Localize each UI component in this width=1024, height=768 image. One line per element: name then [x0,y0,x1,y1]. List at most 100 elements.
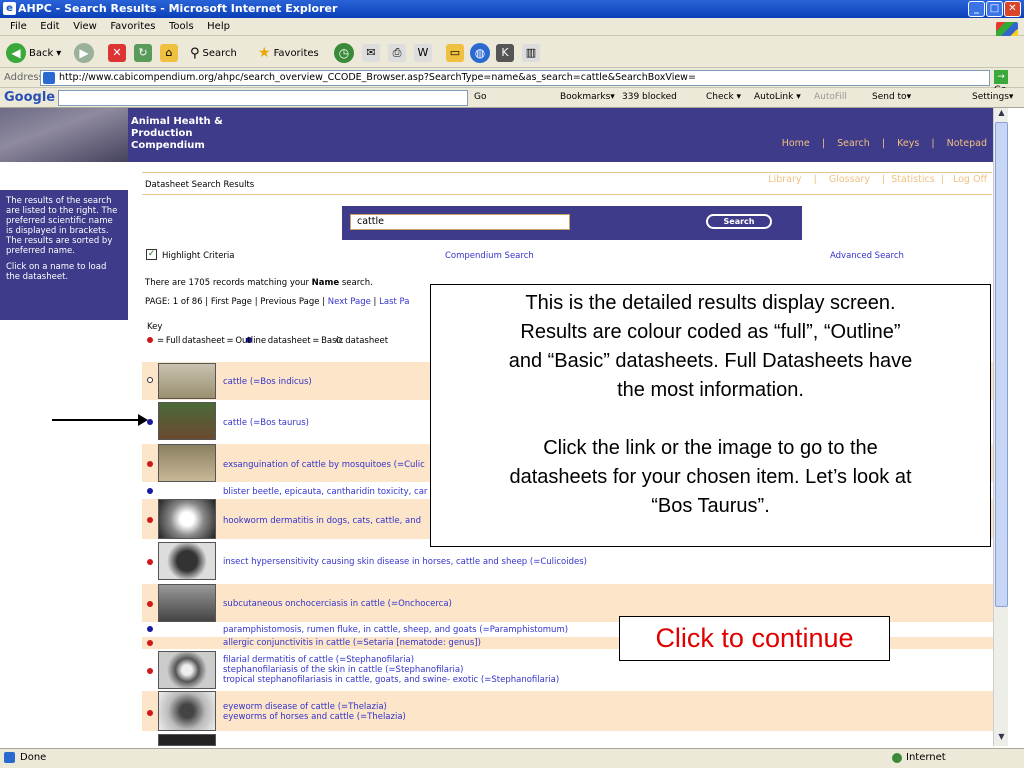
internet-zone-icon [892,753,902,763]
settings-button[interactable]: Settings▾ [972,92,1013,102]
result-thumbnail[interactable] [158,444,216,482]
autolink-button[interactable]: AutoLink ▾ [754,92,801,102]
result-link[interactable]: blister beetle, epicauta, cantharidin to… [223,487,427,497]
history-button[interactable]: ◷ [334,42,354,64]
address-input[interactable]: http://www.cabicompendium.org/ahpc/searc… [40,70,990,86]
site-banner: Animal Health & Production Compendium Ho… [0,108,993,185]
full-datasheet-dot [147,668,153,674]
key-full-dot [147,337,153,343]
result-thumbnail[interactable] [158,734,216,746]
window-titlebar: e AHPC - Search Results - Microsoft Inte… [0,0,1024,18]
result-link[interactable]: tropical stephanofilariasis in cattle, g… [223,675,559,685]
folder-button[interactable]: ▭ [446,42,464,64]
close-button[interactable]: ✕ [1004,1,1021,17]
menu-edit[interactable]: Edit [40,21,59,32]
next-page-link[interactable]: Next Page [328,297,371,307]
result-link[interactable]: exsanguination of cattle by mosquitoes (… [223,460,425,470]
research-button[interactable]: K [496,42,514,64]
result-thumbnail[interactable] [158,363,216,399]
highlight-label: Highlight Criteria [162,251,235,261]
status-bar: Done Internet [0,748,1024,768]
result-link[interactable]: paramphistomosis, rumen fluke, in cattle… [223,625,568,635]
forward-arrow-icon: ▶ [74,43,94,63]
datasheet-search-input[interactable]: cattle [350,214,570,230]
edit-button[interactable]: W [414,42,432,64]
pointer-arrow-icon [52,414,148,426]
site-nav[interactable]: Home | Search | Keys | Notepad Library |… [768,114,987,210]
refresh-button[interactable]: ↻ [134,42,152,64]
result-link[interactable]: eyeworm disease of cattle (=Thelazia) [223,702,387,712]
spellcheck-button[interactable]: Check ▾ [706,92,741,102]
result-thumbnail[interactable] [158,402,216,440]
google-logo: Google [4,90,56,105]
chart-button[interactable]: ▥ [522,42,540,64]
result-link[interactable]: insect hypersensitivity causing skin dis… [223,557,587,567]
result-link[interactable]: allergic conjunctivitis in cattle (=Seta… [223,638,481,648]
result-thumbnail[interactable] [158,651,216,689]
google-search-input[interactable] [58,90,468,106]
back-button[interactable]: ◀ Back ▾ [6,42,61,64]
search-submit-button[interactable]: Search [706,214,772,229]
refresh-icon: ↻ [134,44,152,62]
menu-tools[interactable]: Tools [169,21,194,32]
home-button[interactable]: ⌂ [160,42,178,64]
tutorial-callout: This is the detailed results display scr… [430,284,991,547]
scroll-down-icon[interactable]: ▼ [995,732,1008,745]
result-thumbnail[interactable] [158,584,216,622]
records-count: There are 1705 records matching your Nam… [145,278,373,288]
print-button[interactable]: ⎙ [388,42,406,64]
search-button[interactable]: ⚲ Search [190,42,237,64]
result-thumbnail[interactable] [158,691,216,731]
full-datasheet-dot [147,559,153,565]
sendto-button[interactable]: Send to▾ [872,92,911,102]
scroll-thumb[interactable] [995,122,1008,607]
menu-view[interactable]: View [73,21,97,32]
popup-blocked-button[interactable]: 339 blocked [622,92,677,102]
stop-button[interactable]: ✕ [108,42,126,64]
menu-help[interactable]: Help [207,21,230,32]
highlight-checkbox[interactable]: ✓ [146,249,157,260]
scroll-up-icon[interactable]: ▲ [995,108,1008,121]
click-to-continue-button[interactable]: Click to continue [619,616,890,661]
mail-button[interactable]: ✉ [362,42,380,64]
result-thumbnail[interactable] [158,542,216,580]
messenger-button[interactable]: ◍ [470,42,490,64]
full-datasheet-dot [147,517,153,523]
result-link[interactable]: subcutaneous onchocerciasis in cattle (=… [223,599,452,609]
browser-toolbar: ◀ Back ▾ ▶ ✕ ↻ ⌂ ⚲ Search ★ Favorites ◷ ✉… [0,36,1024,68]
research-icon: K [496,44,514,62]
google-go-button[interactable]: Go [474,92,486,102]
advanced-search-link[interactable]: Advanced Search [830,251,904,261]
edit-icon: W [414,44,432,62]
home-icon: ⌂ [160,44,178,62]
result-link[interactable]: hookworm dermatitis in dogs, cats, cattl… [223,516,421,526]
outline-datasheet-dot [147,626,153,632]
menu-favorites[interactable]: Favorites [110,21,155,32]
result-link[interactable]: stephanofilariasis of the skin in cattle… [223,665,463,675]
globe-icon: ◍ [470,43,490,63]
last-page-link[interactable]: Last Pa [379,297,409,307]
result-link[interactable]: eyeworms of horses and cattle (=Thelazia… [223,712,406,722]
stop-icon: ✕ [108,44,126,62]
result-link[interactable]: cattle (=Bos taurus) [223,418,309,428]
bookmarks-button[interactable]: Bookmarks▾ [560,92,615,102]
forward-button[interactable]: ▶ [74,42,94,64]
full-datasheet-dot [147,601,153,607]
search-icon: ⚲ [190,45,200,61]
address-label: Address [4,72,44,83]
menu-file[interactable]: File [10,21,27,32]
result-link[interactable]: filarial dermatitis of cattle (=Stephano… [223,655,414,665]
autofill-button[interactable]: AutoFill [814,92,847,102]
result-thumbnail[interactable] [158,499,216,539]
maximize-button[interactable]: □ [986,1,1003,17]
result-link[interactable]: cattle (=Bos indicus) [223,377,312,387]
google-toolbar: Google Go Bookmarks▾ 339 blocked Check ▾… [0,88,1024,108]
compendium-search-link[interactable]: Compendium Search [445,251,534,261]
favorites-button[interactable]: ★ Favorites [258,42,319,64]
page-scrollbar[interactable]: ▲ ▼ [993,108,1008,746]
go-arrow-icon: → [994,70,1008,84]
go-button[interactable]: → Go [994,70,1022,95]
minimize-button[interactable]: _ [968,1,985,17]
print-icon: ⎙ [388,44,406,62]
full-datasheet-dot [147,640,153,646]
